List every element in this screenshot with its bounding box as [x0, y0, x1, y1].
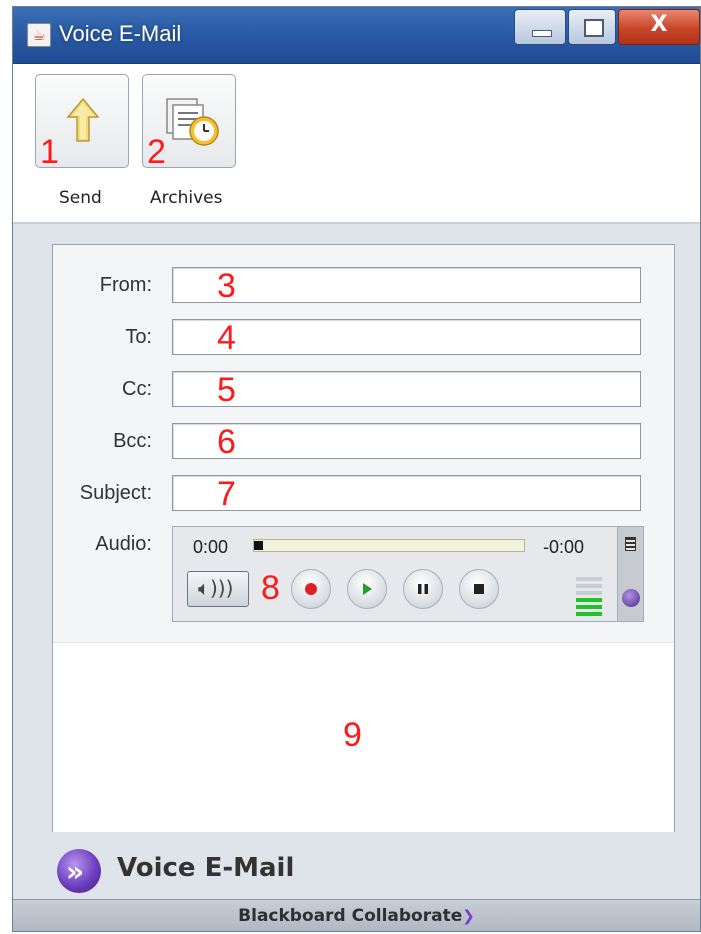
send-button[interactable]: 1: [35, 74, 129, 171]
stop-button[interactable]: [459, 569, 499, 609]
marker-1: 1: [40, 133, 59, 171]
elapsed-time: 0:00: [193, 537, 229, 557]
collaborate-logo-icon: »: [57, 849, 101, 893]
to-label: To:: [125, 326, 152, 348]
from-label: From:: [99, 274, 152, 296]
marker-6: 6: [217, 423, 236, 461]
marker-4: 4: [217, 319, 236, 357]
marker-5: 5: [217, 371, 236, 409]
to-field[interactable]: 4: [172, 319, 641, 355]
progress-knob[interactable]: [254, 541, 263, 550]
compose-panel: From: 3 To: 4 Cc: 5 Bcc: 6 Subject: 7 Au…: [52, 244, 675, 832]
audio-progress-bar[interactable]: [253, 539, 525, 552]
maximize-button[interactable]: [568, 9, 616, 45]
collaborate-logo-icon[interactable]: [622, 589, 640, 607]
menu-icon[interactable]: [625, 537, 636, 551]
volume-button[interactable]: 🔈︎))): [187, 571, 249, 607]
marker-2: 2: [147, 133, 166, 171]
minimize-button[interactable]: [514, 9, 566, 45]
volume-meter: [576, 577, 602, 617]
window-controls: X: [514, 9, 700, 47]
record-icon: [305, 583, 317, 595]
stop-icon: [474, 584, 484, 594]
footer-title: Voice E-Mail: [117, 853, 295, 883]
cc-field[interactable]: 5: [172, 371, 641, 407]
up-arrow-icon: [66, 97, 100, 142]
close-icon: X: [650, 12, 668, 37]
audio-label: Audio:: [95, 533, 152, 555]
maximize-icon: [584, 19, 604, 37]
window-title: Voice E-Mail: [59, 21, 182, 46]
subject-label: Subject:: [79, 482, 152, 504]
title-bar: ☕ Voice E-Mail X: [13, 7, 700, 64]
archives-label: Archives: [150, 188, 223, 208]
brand-text: Blackboard Collaborate❯: [13, 906, 700, 926]
speaker-icon: 🔈︎))): [198, 576, 234, 600]
remaining-time: -0:00: [543, 537, 585, 557]
record-button[interactable]: [291, 569, 331, 609]
bcc-label: Bcc:: [113, 430, 152, 452]
audio-player: 0:00 -0:00 🔈︎))) 8: [172, 526, 644, 622]
message-body[interactable]: 9: [53, 642, 674, 832]
bcc-field[interactable]: 6: [172, 423, 641, 459]
archive-clock-icon: [166, 98, 219, 146]
marker-8: 8: [261, 569, 280, 607]
play-button[interactable]: [347, 569, 387, 609]
audio-side-panel: [617, 527, 643, 621]
archives-button[interactable]: 2: [142, 74, 236, 171]
subject-field[interactable]: 7: [172, 475, 641, 511]
marker-7: 7: [217, 475, 236, 513]
send-label: Send: [59, 188, 102, 208]
from-field[interactable]: 3: [172, 267, 641, 303]
close-button[interactable]: X: [618, 9, 700, 45]
status-bar: Blackboard Collaborate❯: [13, 899, 700, 931]
cc-label: Cc:: [122, 378, 152, 400]
pause-icon: [418, 584, 428, 594]
pause-button[interactable]: [403, 569, 443, 609]
brand-label: Blackboard Collaborate: [238, 906, 463, 926]
marker-9: 9: [343, 716, 362, 754]
minimize-icon: [532, 30, 552, 37]
brand-chevron-icon: ❯: [462, 907, 475, 925]
toolbar: 1 2 Send Archives: [13, 64, 700, 224]
marker-3: 3: [217, 267, 236, 305]
java-app-icon: ☕: [27, 23, 51, 47]
voice-email-window: ☕ Voice E-Mail X 1 2 Send Archives From:…: [12, 6, 701, 932]
play-icon: [363, 583, 372, 595]
